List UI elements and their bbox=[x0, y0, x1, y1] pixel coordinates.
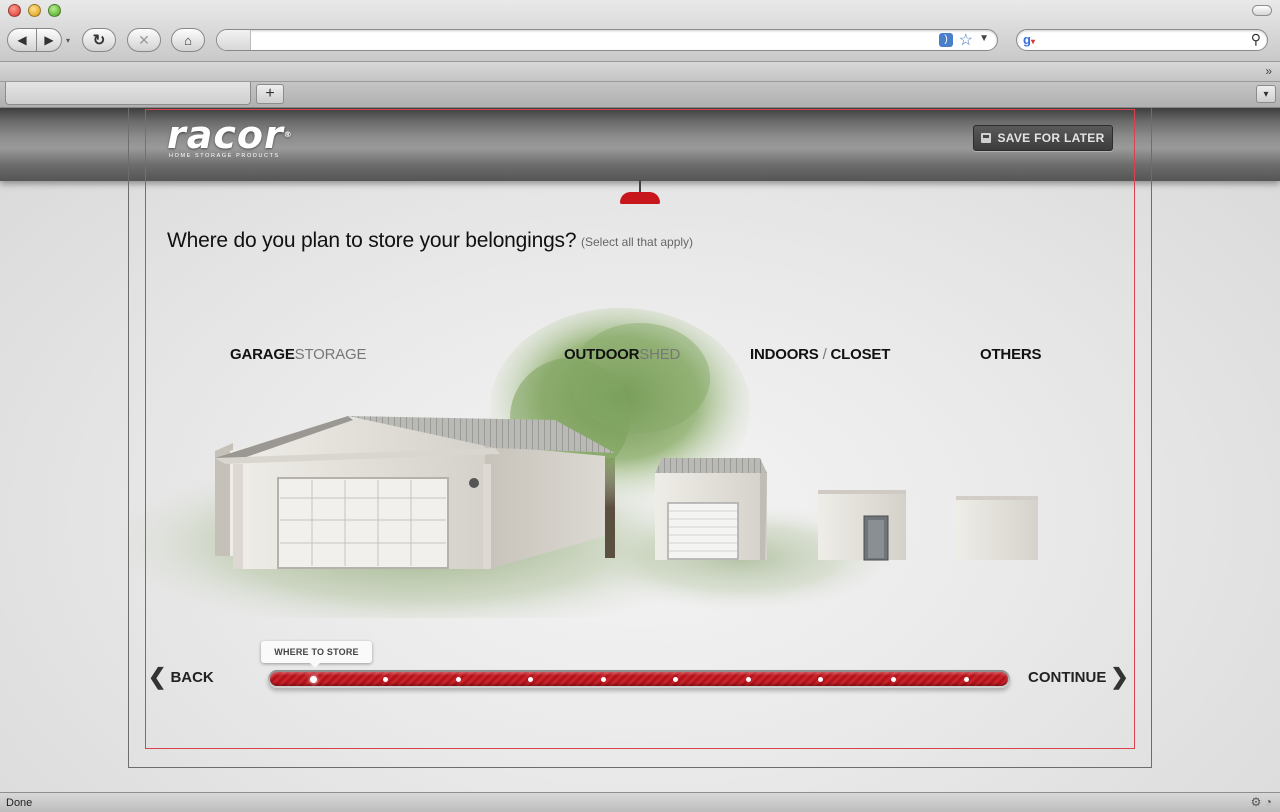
back-button[interactable]: ❮ BACK bbox=[148, 664, 214, 689]
home-button[interactable]: ⌂ bbox=[171, 28, 205, 52]
url-dropdown-icon[interactable]: ▼ bbox=[979, 33, 989, 44]
url-input[interactable] bbox=[257, 31, 897, 49]
option-garage-bold: GARAGE bbox=[230, 346, 295, 363]
site-identity-button[interactable] bbox=[217, 30, 251, 50]
bookmark-star-icon[interactable]: ☆ bbox=[959, 30, 973, 50]
stop-icon: ✕ bbox=[138, 31, 150, 48]
page-question: Where do you plan to store your belongin… bbox=[167, 229, 577, 252]
option-others[interactable]: OTHERS bbox=[980, 346, 1042, 363]
browser-titlebar: ◀ ▶ ▾ ↻ ✕ ⌂ ) ☆ ▼ g▾ ⚲ bbox=[0, 0, 1280, 62]
status-addon-icons: ⚙ ◔ bbox=[1250, 795, 1272, 809]
bookmarks-toolbar: » bbox=[0, 62, 1280, 82]
forward-arrow-icon: ▶ bbox=[44, 33, 54, 47]
others-building[interactable] bbox=[956, 496, 1038, 560]
option-outdoor-shed[interactable]: OUTDOORSHED bbox=[564, 346, 680, 363]
history-dropdown-icon[interactable]: ▾ bbox=[66, 36, 70, 45]
new-tab-button[interactable]: + bbox=[256, 84, 284, 104]
logo-tagline: HOME STORAGE PRODUCTS bbox=[169, 153, 280, 159]
window-close-button[interactable] bbox=[8, 4, 21, 17]
option-indoors-bold: INDOORS bbox=[750, 346, 819, 363]
shed-building[interactable] bbox=[655, 458, 767, 560]
progress-fill bbox=[270, 672, 1008, 686]
progress-bar bbox=[268, 670, 1010, 688]
chevron-more-icon[interactable]: » bbox=[1265, 64, 1272, 78]
option-shed-light: SHED bbox=[639, 346, 681, 363]
save-for-later-label: SAVE FOR LATER bbox=[997, 131, 1105, 145]
progress-step-dot[interactable] bbox=[600, 677, 606, 682]
status-bar: Done ⚙ ◔ bbox=[0, 792, 1280, 812]
search-engine-icon[interactable]: g▾ bbox=[1023, 32, 1045, 48]
chevron-right-icon: ❯ bbox=[1110, 664, 1129, 689]
toolbar-toggle-button[interactable] bbox=[1252, 5, 1272, 16]
garage-building[interactable] bbox=[215, 416, 615, 570]
select-hint: (Select all that apply) bbox=[581, 235, 694, 249]
continue-label: CONTINUE bbox=[1028, 668, 1107, 686]
reload-icon: ↻ bbox=[92, 32, 106, 49]
logo-registered-mark: ® bbox=[283, 130, 293, 139]
progress-step-dot[interactable] bbox=[963, 677, 969, 682]
current-step-tooltip: WHERE TO STORE bbox=[261, 641, 372, 668]
tab-strip: + ▾ bbox=[0, 82, 1280, 108]
search-bar[interactable]: g▾ ⚲ bbox=[1016, 29, 1268, 51]
continue-button[interactable]: CONTINUE ❯ bbox=[1028, 664, 1129, 689]
option-garage-light: STORAGE bbox=[294, 346, 367, 363]
racor-logo[interactable]: racor® HOME STORAGE PRODUCTS bbox=[167, 116, 293, 159]
home-icon: ⌂ bbox=[184, 32, 192, 48]
option-others-bold: OTHERS bbox=[980, 346, 1042, 363]
progress-step-dot[interactable] bbox=[455, 677, 461, 682]
stop-button[interactable]: ✕ bbox=[127, 28, 161, 52]
forward-nav-button[interactable]: ▶ bbox=[36, 28, 62, 52]
back-arrow-icon: ◀ bbox=[17, 33, 27, 47]
back-nav-button[interactable]: ◀ bbox=[7, 28, 37, 52]
progress-step-dot[interactable] bbox=[745, 677, 751, 682]
window-minimize-button[interactable] bbox=[28, 4, 41, 17]
back-label: BACK bbox=[170, 668, 214, 686]
window-zoom-button[interactable] bbox=[48, 4, 61, 17]
progress-step-dot[interactable] bbox=[890, 677, 896, 682]
rss-feed-icon[interactable]: ) bbox=[939, 33, 953, 47]
option-shed-bold: OUTDOOR bbox=[564, 346, 640, 363]
logo-wordmark: racor bbox=[167, 113, 284, 157]
page-content: racor® HOME STORAGE PRODUCTS SAVE FOR LA… bbox=[0, 108, 1280, 792]
option-indoors-closet[interactable]: INDOORS / CLOSET bbox=[750, 346, 890, 363]
option-closet-bold: CLOSET bbox=[830, 346, 891, 363]
save-disk-icon bbox=[981, 133, 992, 143]
chevron-left-icon: ❮ bbox=[148, 664, 167, 689]
option-garage-storage[interactable]: GARAGESTORAGE bbox=[230, 346, 367, 363]
pendant-lamp-icon bbox=[620, 180, 660, 204]
indoors-closet-building[interactable] bbox=[818, 490, 906, 561]
status-text: Done bbox=[6, 797, 33, 809]
progress-step-dot[interactable] bbox=[309, 676, 317, 683]
address-bar[interactable]: ) ☆ ▼ bbox=[216, 29, 998, 51]
option-indoors-sep: / bbox=[818, 346, 831, 363]
search-input[interactable] bbox=[1053, 31, 1243, 49]
search-icon[interactable]: ⚲ bbox=[1251, 31, 1261, 48]
tab-list-icon[interactable]: ▾ bbox=[1256, 85, 1276, 103]
reload-button[interactable]: ↻ bbox=[82, 28, 116, 52]
tab-current[interactable] bbox=[5, 82, 251, 105]
save-for-later-button[interactable]: SAVE FOR LATER bbox=[973, 125, 1113, 151]
